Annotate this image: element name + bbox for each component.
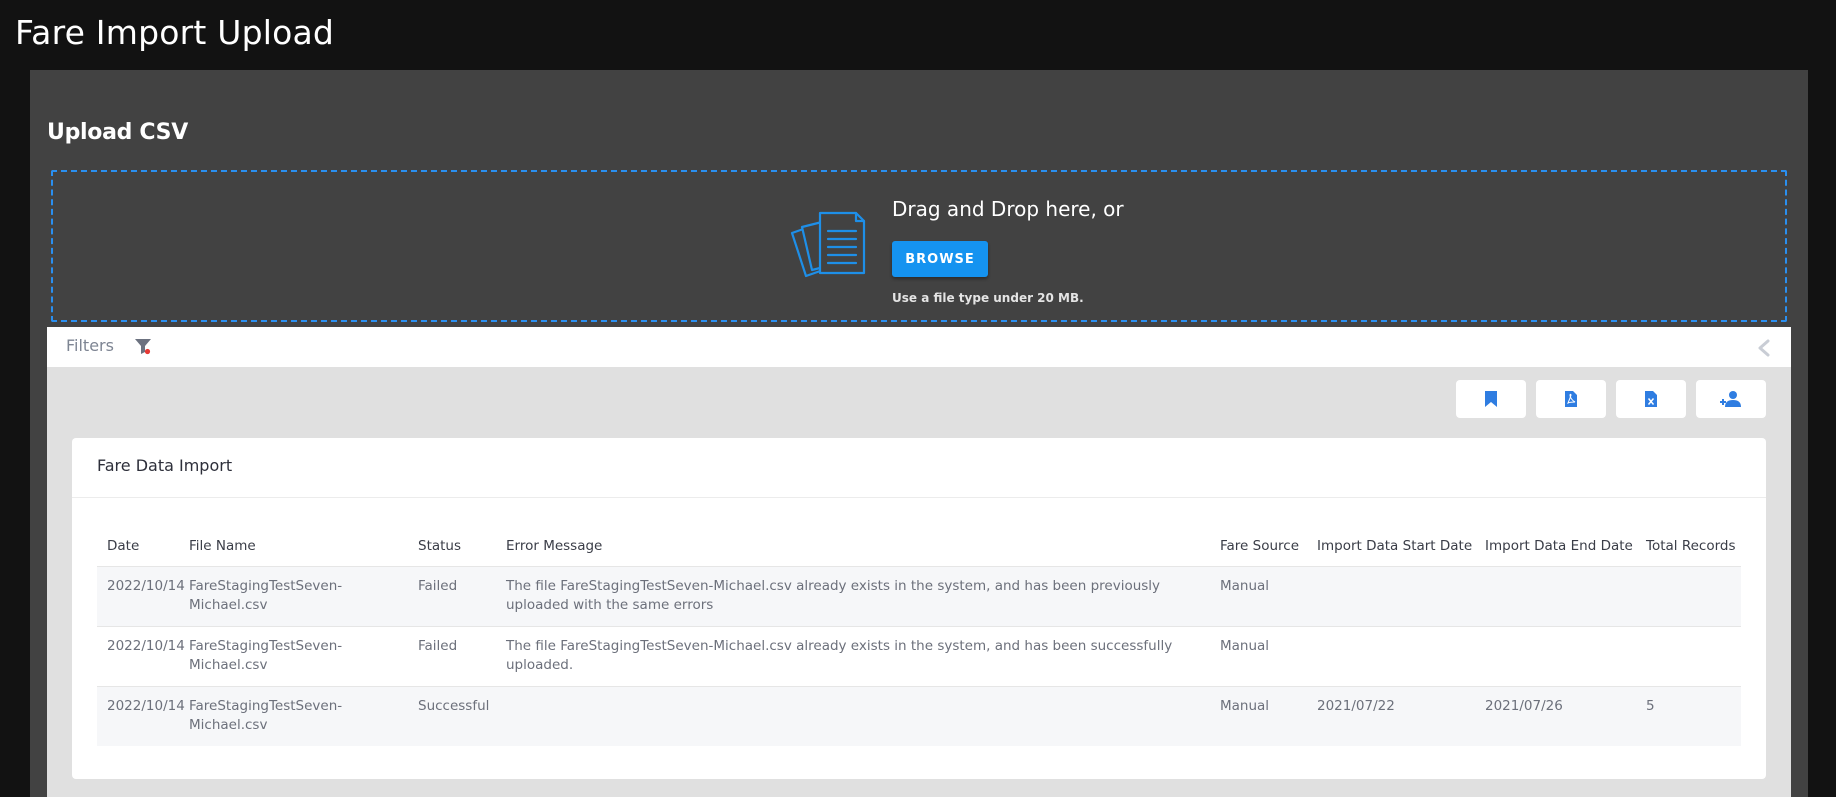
excel-file-icon <box>1645 391 1657 407</box>
cell-date: 2022/10/14 <box>97 565 185 626</box>
cell-file-name: FareStagingTestSeven-Michael.csv <box>179 625 408 686</box>
cell-status: Successful <box>408 685 496 746</box>
cell-file-name: FareStagingTestSeven-Michael.csv <box>179 685 408 746</box>
table-row[interactable]: 2022/10/14 FareStagingTestSeven-Michael.… <box>97 685 1741 746</box>
results-area: Fare Data Import Date File Name Status E… <box>47 367 1791 797</box>
drop-instructions: Drag and Drop here, or <box>892 197 1124 221</box>
card-title: Fare Data Import <box>97 456 233 475</box>
page-title: Fare Import Upload <box>15 13 335 52</box>
cell-error-message: The file FareStagingTestSeven-Michael.cs… <box>496 625 1210 686</box>
filters-label[interactable]: Filters <box>66 336 114 355</box>
cell-status: Failed <box>408 625 496 686</box>
card-divider <box>72 497 1766 498</box>
file-dropzone[interactable]: Drag and Drop here, or BROWSE Use a file… <box>51 170 1787 322</box>
table-row[interactable]: 2022/10/14 FareStagingTestSeven-Michael.… <box>97 565 1741 626</box>
cell-total-records: 5 <box>1636 685 1741 746</box>
imports-table: Date File Name Status Error Message Fare… <box>97 527 1741 746</box>
fare-data-import-card: Fare Data Import Date File Name Status E… <box>72 438 1766 779</box>
column-header-start-date[interactable]: Import Data Start Date <box>1307 527 1475 566</box>
upload-title: Upload CSV <box>47 120 188 145</box>
filters-bar: Filters <box>47 327 1791 367</box>
file-size-hint: Use a file type under 20 MB. <box>892 291 1084 305</box>
column-header-fare-source[interactable]: Fare Source <box>1210 527 1307 566</box>
cell-status: Failed <box>408 565 496 626</box>
cell-date: 2022/10/14 <box>97 685 185 746</box>
column-header-date[interactable]: Date <box>97 527 179 566</box>
add-user-button[interactable] <box>1696 380 1766 418</box>
filter-icon[interactable] <box>134 337 152 355</box>
browse-button[interactable]: BROWSE <box>892 241 988 277</box>
cell-end-date <box>1475 565 1636 626</box>
cell-start-date <box>1307 625 1475 686</box>
cell-end-date: 2021/07/26 <box>1475 685 1636 746</box>
export-pdf-button[interactable] <box>1536 380 1606 418</box>
cell-fare-source: Manual <box>1210 565 1307 626</box>
cell-date: 2022/10/14 <box>97 625 185 686</box>
bookmark-icon <box>1485 391 1497 407</box>
cell-start-date: 2021/07/22 <box>1307 685 1475 746</box>
documents-icon <box>790 211 866 278</box>
export-excel-button[interactable] <box>1616 380 1686 418</box>
column-header-file-name[interactable]: File Name <box>179 527 408 566</box>
chevron-left-icon[interactable] <box>1757 339 1771 357</box>
cell-start-date <box>1307 565 1475 626</box>
column-header-total-records[interactable]: Total Records <box>1636 527 1741 566</box>
add-user-icon <box>1720 391 1741 407</box>
column-header-end-date[interactable]: Import Data End Date <box>1475 527 1636 566</box>
cell-end-date <box>1475 625 1636 686</box>
table-header-row: Date File Name Status Error Message Fare… <box>97 527 1741 566</box>
cell-fare-source: Manual <box>1210 685 1307 746</box>
column-header-error-message[interactable]: Error Message <box>496 527 1210 566</box>
upload-panel: Upload CSV Drag and Drop here, or BROWSE… <box>30 70 1808 797</box>
cell-total-records <box>1636 565 1741 626</box>
cell-error-message <box>496 685 1210 746</box>
table-row[interactable]: 2022/10/14 FareStagingTestSeven-Michael.… <box>97 625 1741 686</box>
cell-total-records <box>1636 625 1741 686</box>
column-header-status[interactable]: Status <box>408 527 496 566</box>
cell-file-name: FareStagingTestSeven-Michael.csv <box>179 565 408 626</box>
bookmark-button[interactable] <box>1456 380 1526 418</box>
cell-error-message: The file FareStagingTestSeven-Michael.cs… <box>496 565 1210 626</box>
pdf-file-icon <box>1565 391 1577 407</box>
cell-fare-source: Manual <box>1210 625 1307 686</box>
